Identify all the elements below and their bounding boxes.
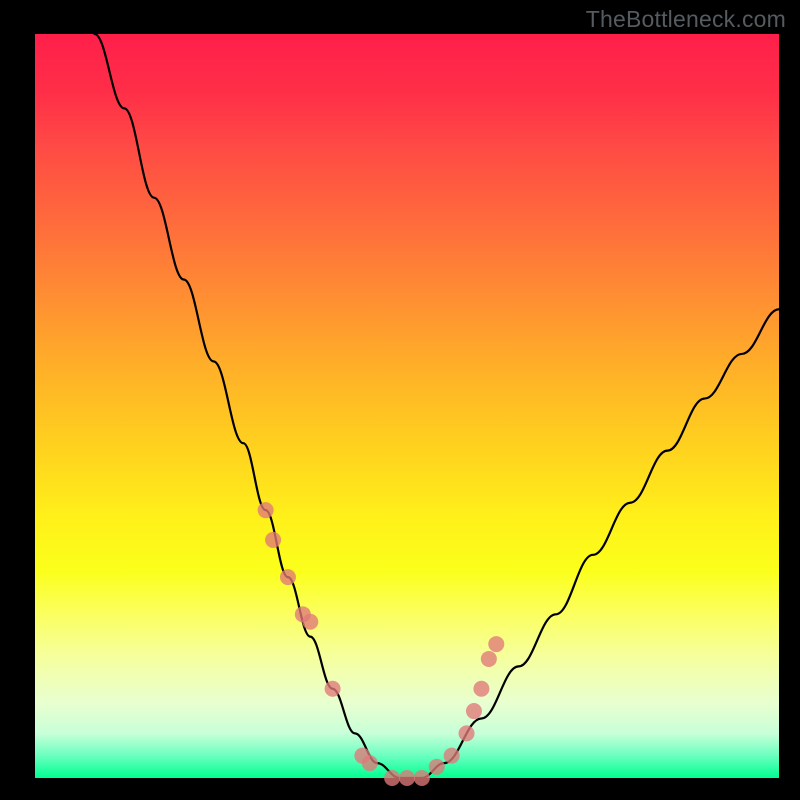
highlight-dot — [325, 681, 341, 697]
highlight-dot — [488, 636, 504, 652]
highlight-dot — [481, 651, 497, 667]
highlight-dot — [258, 502, 274, 518]
bottleneck-curve-path — [95, 34, 779, 778]
highlight-dot — [473, 681, 489, 697]
chart-svg — [35, 34, 779, 778]
highlight-dot — [265, 532, 281, 548]
highlight-dot — [459, 725, 475, 741]
highlight-dot — [302, 614, 318, 630]
highlight-dot — [414, 770, 430, 786]
highlight-dot — [444, 748, 460, 764]
highlight-dot — [362, 755, 378, 771]
chart-stage: TheBottleneck.com — [0, 0, 800, 800]
highlight-dot — [280, 569, 296, 585]
curve-group — [95, 34, 779, 778]
watermark-text: TheBottleneck.com — [586, 6, 786, 33]
highlight-dot — [384, 770, 400, 786]
plot-area — [35, 34, 779, 778]
highlight-dot — [466, 703, 482, 719]
highlight-dot — [429, 759, 445, 775]
dots-group — [258, 502, 505, 786]
highlight-dot — [399, 770, 415, 786]
